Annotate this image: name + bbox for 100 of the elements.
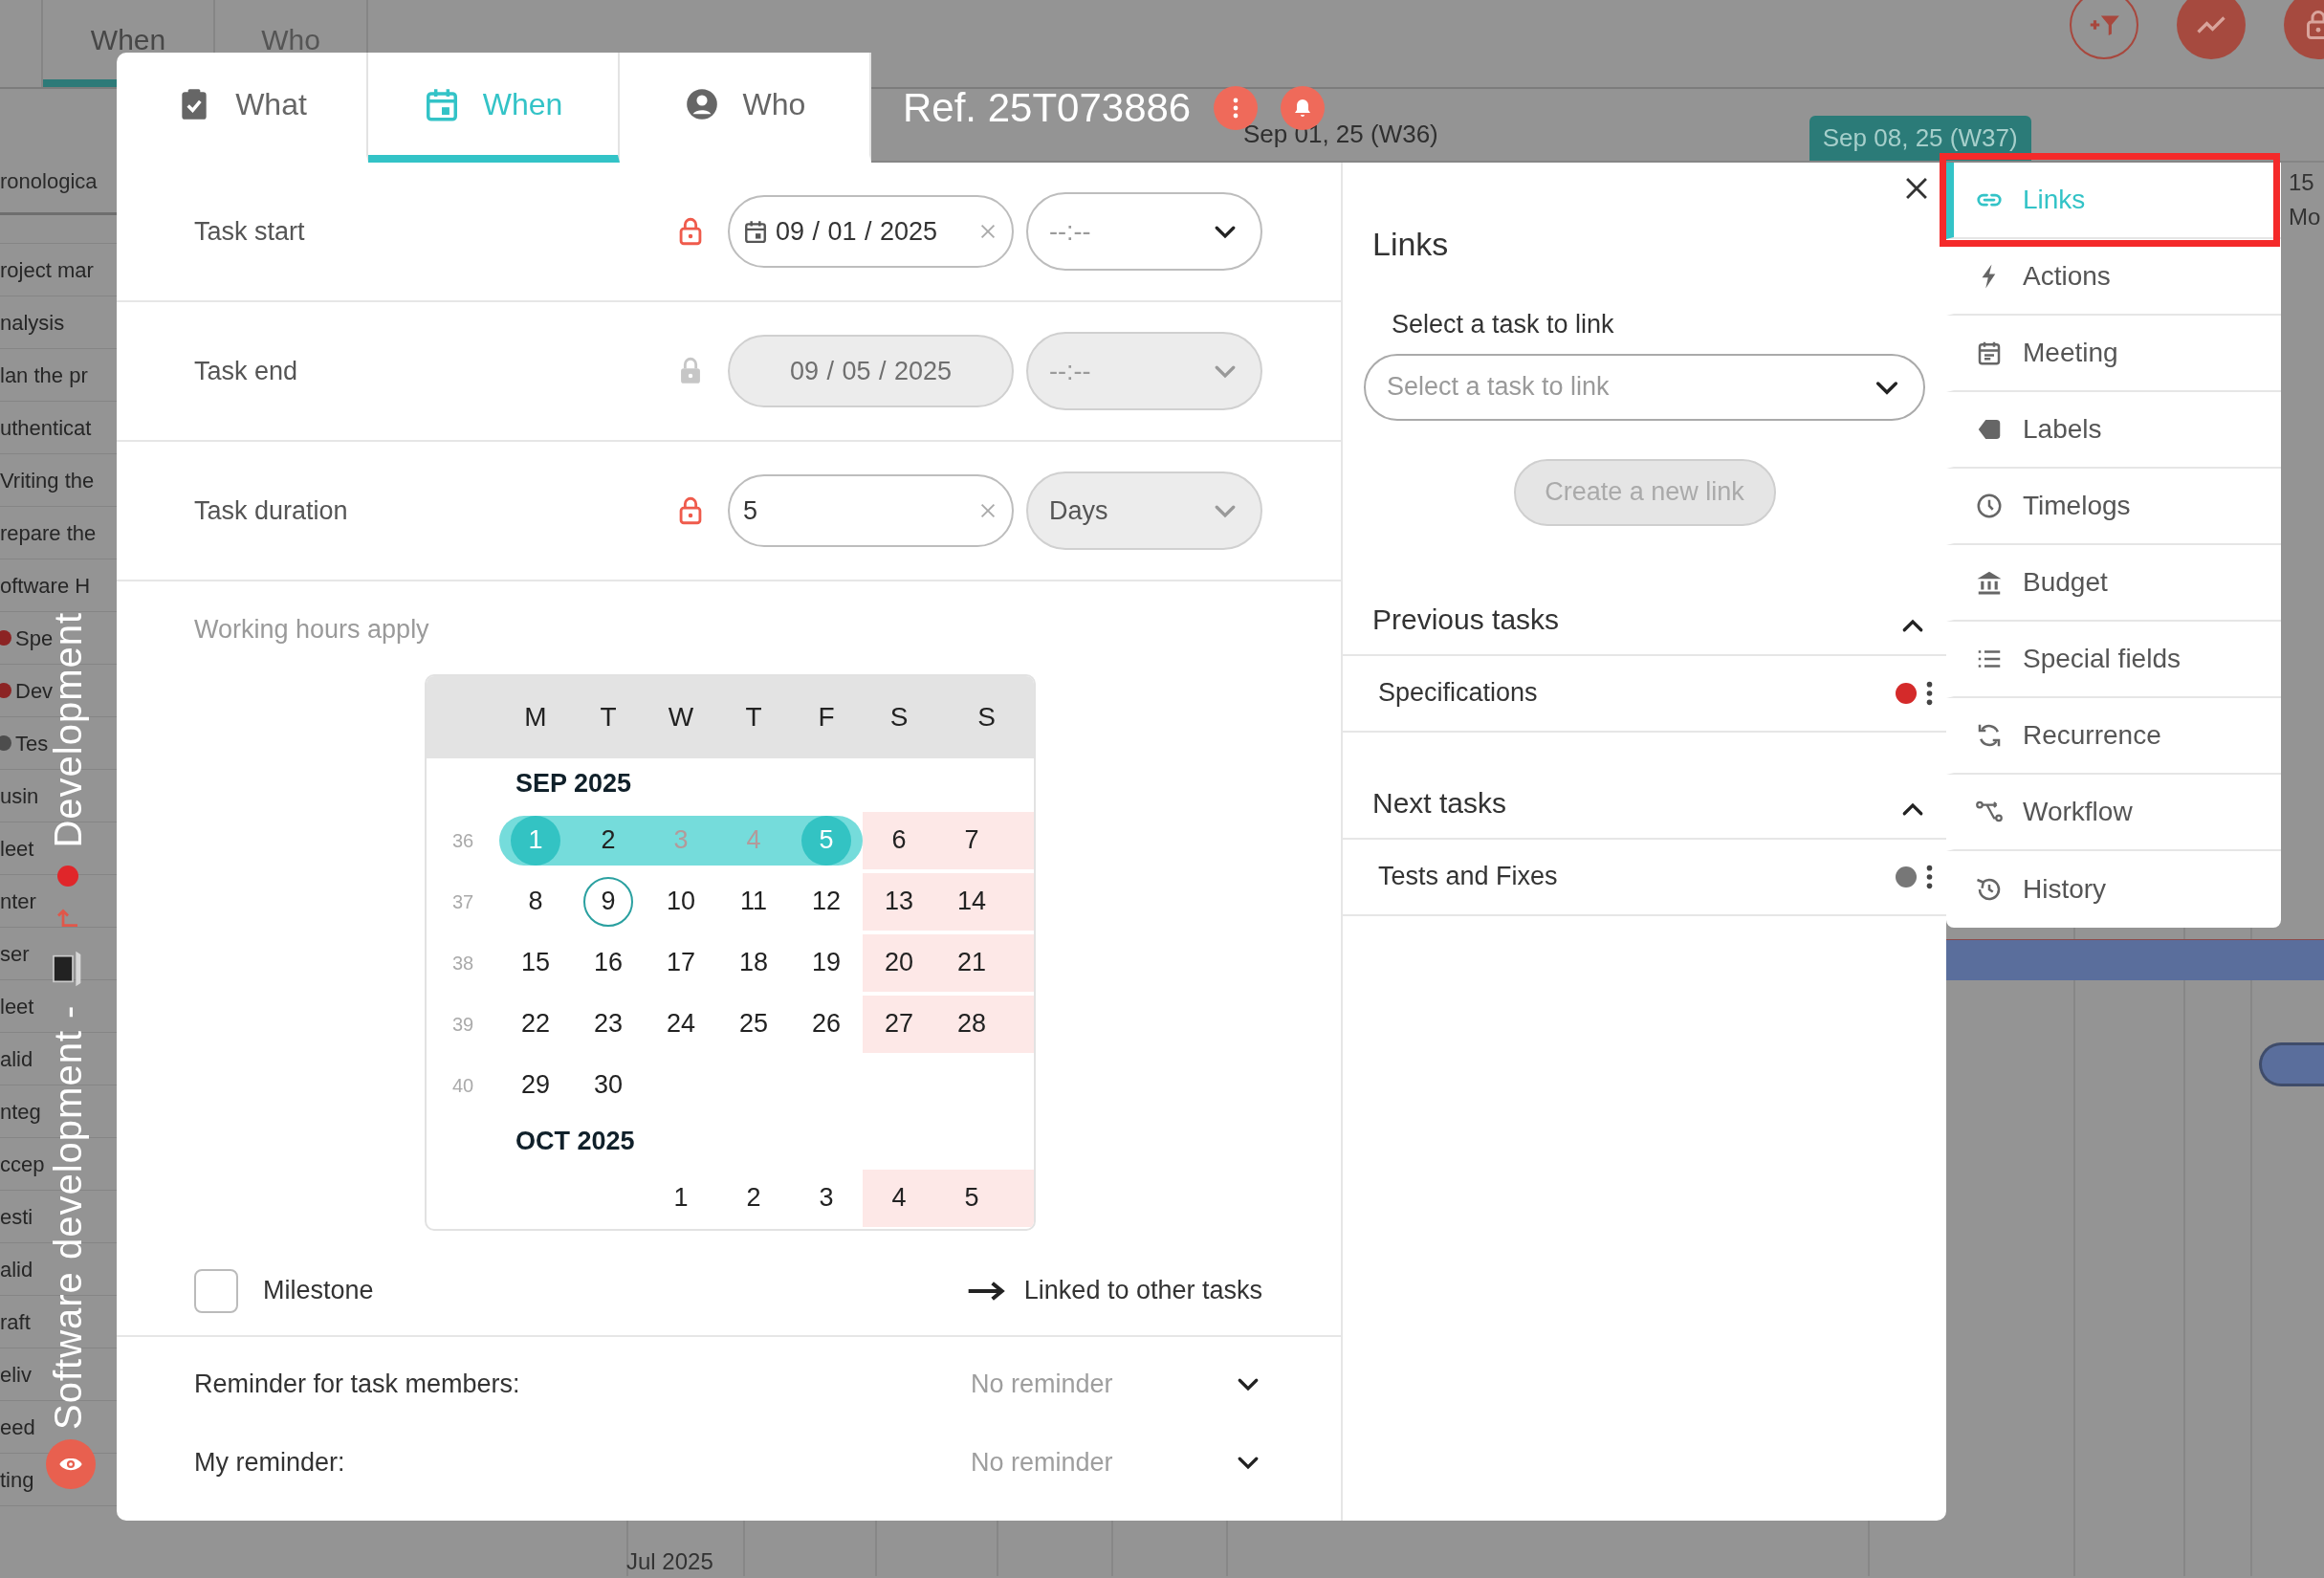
task-name: Vriting the <box>0 467 95 494</box>
number-field[interactable]: 5 <box>728 474 1014 547</box>
marker-dot <box>57 865 78 887</box>
week-number: 36 <box>451 828 474 853</box>
field-label: Task duration <box>194 494 349 527</box>
month-label: OCT 2025 <box>515 1126 635 1158</box>
task-bar <box>2259 1042 2324 1086</box>
menu-item[interactable]: Timelogs <box>1946 469 2281 545</box>
month-label: Jul 2025 <box>626 1547 713 1576</box>
calendar-day[interactable]: 18 <box>729 937 778 988</box>
task-name: lan the pr <box>0 362 88 389</box>
task-name: oftware H <box>0 572 91 600</box>
task-name: leet <box>0 835 34 863</box>
weekday-label: M <box>523 700 548 734</box>
calendar-day[interactable]: 9 <box>583 876 633 927</box>
list-heading: ronologica <box>0 169 98 193</box>
menu-item[interactable]: Budget <box>1946 545 2281 622</box>
calendar-day[interactable]: 23 <box>583 998 633 1049</box>
weekday-label: S <box>888 700 910 734</box>
add-filter-button[interactable] <box>2070 0 2138 59</box>
field-label: Task start <box>194 215 306 248</box>
field-label: Select a task to link <box>1392 310 1614 339</box>
menu-item[interactable]: Actions <box>1946 239 2281 316</box>
calendar-day[interactable]: 24 <box>656 998 706 1049</box>
calendar-day[interactable]: 19 <box>801 937 851 988</box>
task-name: ccep <box>0 1151 45 1178</box>
calendar-day[interactable]: 2 <box>729 1173 778 1223</box>
chart-button[interactable] <box>2177 0 2246 59</box>
weekday-label: W <box>667 700 695 734</box>
hint-text: Working hours apply <box>194 615 429 644</box>
calendar-day[interactable]: 17 <box>656 937 706 988</box>
menu-item[interactable]: Meeting <box>1946 316 2281 392</box>
weekday-label: F <box>817 700 836 734</box>
calendar-day[interactable]: 12 <box>801 876 851 927</box>
date-field: 09 / 05 / 2025 <box>728 335 1014 407</box>
task-name: leet <box>0 993 34 1020</box>
group-label: Software development - <box>46 1004 90 1430</box>
day-header: 15 <box>2289 168 2315 197</box>
task-name: repare the <box>0 519 97 547</box>
task-name: esti <box>0 1203 33 1231</box>
link-status: Linked to other tasks <box>1023 1275 1262 1307</box>
weekday-label: S <box>976 700 997 734</box>
task-name: roject mar <box>0 256 94 284</box>
calendar-day[interactable]: 10 <box>656 876 706 927</box>
calendar-day[interactable]: 30 <box>583 1060 633 1110</box>
task-name: Tes <box>15 730 49 757</box>
calendar-day[interactable]: 26 <box>801 998 851 1049</box>
day-header: Mo <box>2289 203 2321 231</box>
checkbox-label: Milestone <box>263 1275 375 1307</box>
calendar-day[interactable]: 29 <box>511 1060 560 1110</box>
task-reference: Ref. 25T073886 <box>903 84 1192 132</box>
task-name: Tests and Fixes <box>1378 861 1559 893</box>
task-name: nter <box>0 888 36 915</box>
calendar-day[interactable]: 22 <box>511 998 560 1049</box>
eye-button[interactable] <box>46 1439 96 1489</box>
task-name: Specifications <box>1378 677 1539 710</box>
week-header: Sep 08, 25 (W37) <box>1809 116 2031 161</box>
task-name: nalysis <box>0 309 65 337</box>
task-name: alid <box>0 1256 33 1283</box>
week-number: 38 <box>451 951 474 975</box>
kebab-icon[interactable] <box>1926 864 1933 889</box>
checkbox[interactable] <box>194 1268 238 1313</box>
task-name: usin <box>0 782 39 810</box>
menu-item[interactable]: History <box>1946 851 2281 928</box>
weekday-label: T <box>599 700 618 734</box>
date-field[interactable]: 09 / 01 / 2025 <box>728 195 1014 268</box>
reminder-label: My reminder: <box>194 1446 346 1479</box>
reminder-label: Reminder for task members: <box>194 1368 521 1400</box>
menu-item[interactable]: Workflow <box>1946 775 2281 851</box>
menu-item[interactable]: Special fields <box>1946 622 2281 698</box>
task-name: ting <box>0 1466 34 1494</box>
weekday-label: T <box>744 700 763 734</box>
task-name: Dev <box>15 678 54 703</box>
calendar-day[interactable]: 3 <box>801 1173 851 1223</box>
menu-item[interactable]: Labels <box>1946 392 2281 469</box>
calendar-icon <box>743 219 768 244</box>
clock-icon <box>1975 492 2004 520</box>
panel-title: Links <box>1372 226 1449 262</box>
task-name: eed <box>0 1414 35 1441</box>
task-name: ser <box>0 940 30 968</box>
task-name: eliv <box>0 1361 32 1389</box>
calendar-day[interactable]: 8 <box>511 876 560 927</box>
calendar-day[interactable]: 25 <box>729 998 778 1049</box>
task-name: nteg <box>0 1098 41 1126</box>
task-name: uthenticat <box>0 414 92 442</box>
month-label: SEP 2025 <box>515 768 632 800</box>
calendar-day[interactable]: 1 <box>656 1173 706 1223</box>
calendar-day[interactable]: 11 <box>729 876 778 927</box>
select-field: --:-- <box>1026 332 1262 410</box>
task-name: raft <box>0 1308 31 1336</box>
calendar-day[interactable]: 15 <box>511 937 560 988</box>
kebab-icon[interactable] <box>1926 680 1933 706</box>
week-number: 37 <box>451 889 474 914</box>
week-number: 39 <box>451 1012 474 1037</box>
task-name: alid <box>0 1045 33 1073</box>
menu-item[interactable]: Recurrence <box>1946 698 2281 775</box>
field-label: Task end <box>194 355 299 387</box>
task-name: Spe <box>15 625 54 650</box>
calendar-day[interactable]: 16 <box>583 937 633 988</box>
kebab-icon <box>1233 97 1239 119</box>
